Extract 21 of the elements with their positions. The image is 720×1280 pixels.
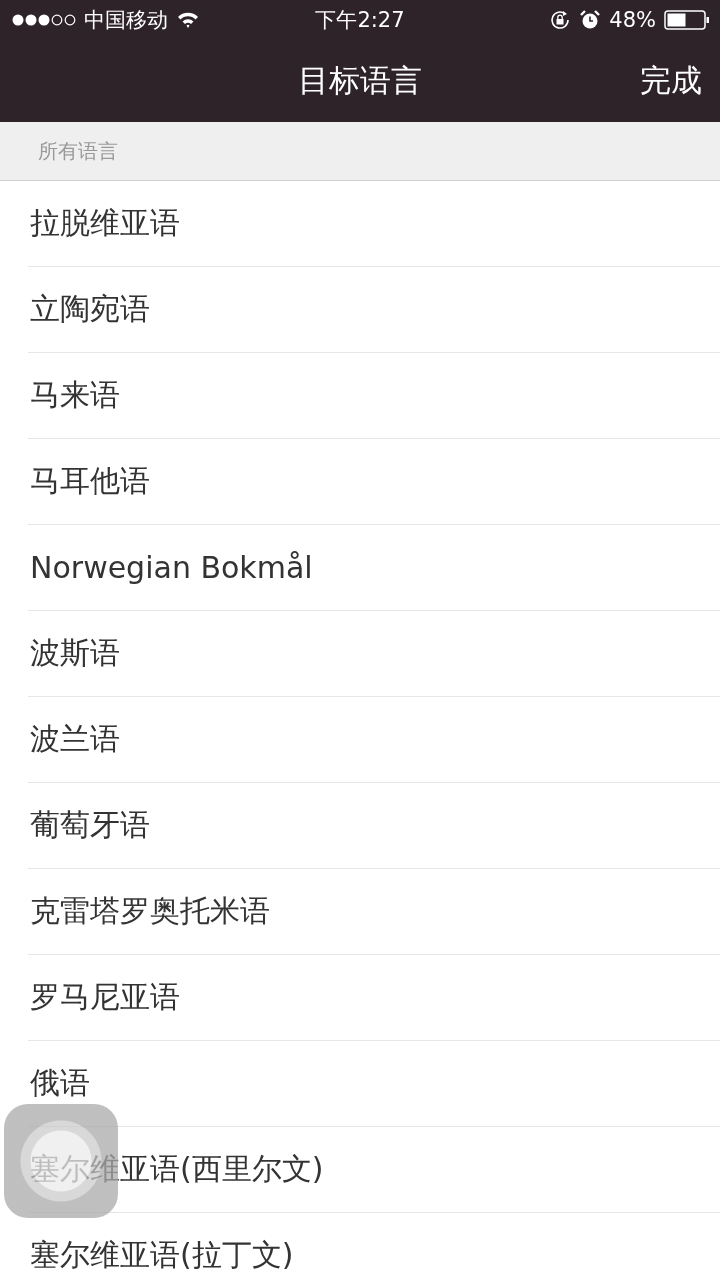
- language-item[interactable]: 葡萄牙语: [28, 783, 720, 869]
- language-item[interactable]: 克雷塔罗奥托米语: [28, 869, 720, 955]
- section-title: 所有语言: [38, 137, 118, 165]
- language-item[interactable]: 马来语: [28, 353, 720, 439]
- status-time: 下午2:27: [315, 7, 405, 34]
- carrier-name: 中国移动: [84, 7, 168, 34]
- language-item[interactable]: Norwegian Bokmål: [28, 525, 720, 611]
- battery-percent: 48%: [609, 8, 656, 32]
- page-title: 目标语言: [298, 61, 422, 100]
- language-item[interactable]: 马耳他语: [28, 439, 720, 525]
- language-item[interactable]: 波斯语: [28, 611, 720, 697]
- battery-icon: [664, 10, 710, 30]
- done-button[interactable]: 完成: [638, 56, 704, 106]
- rotation-lock-icon: [549, 9, 572, 31]
- language-item[interactable]: 罗马尼亚语: [28, 955, 720, 1041]
- language-item[interactable]: 波兰语: [28, 697, 720, 783]
- alarm-icon: [579, 9, 602, 31]
- wifi-icon: [176, 11, 200, 29]
- signal-icon: [12, 13, 76, 27]
- language-item[interactable]: 立陶宛语: [28, 267, 720, 353]
- language-item[interactable]: 拉脱维亚语: [28, 181, 720, 267]
